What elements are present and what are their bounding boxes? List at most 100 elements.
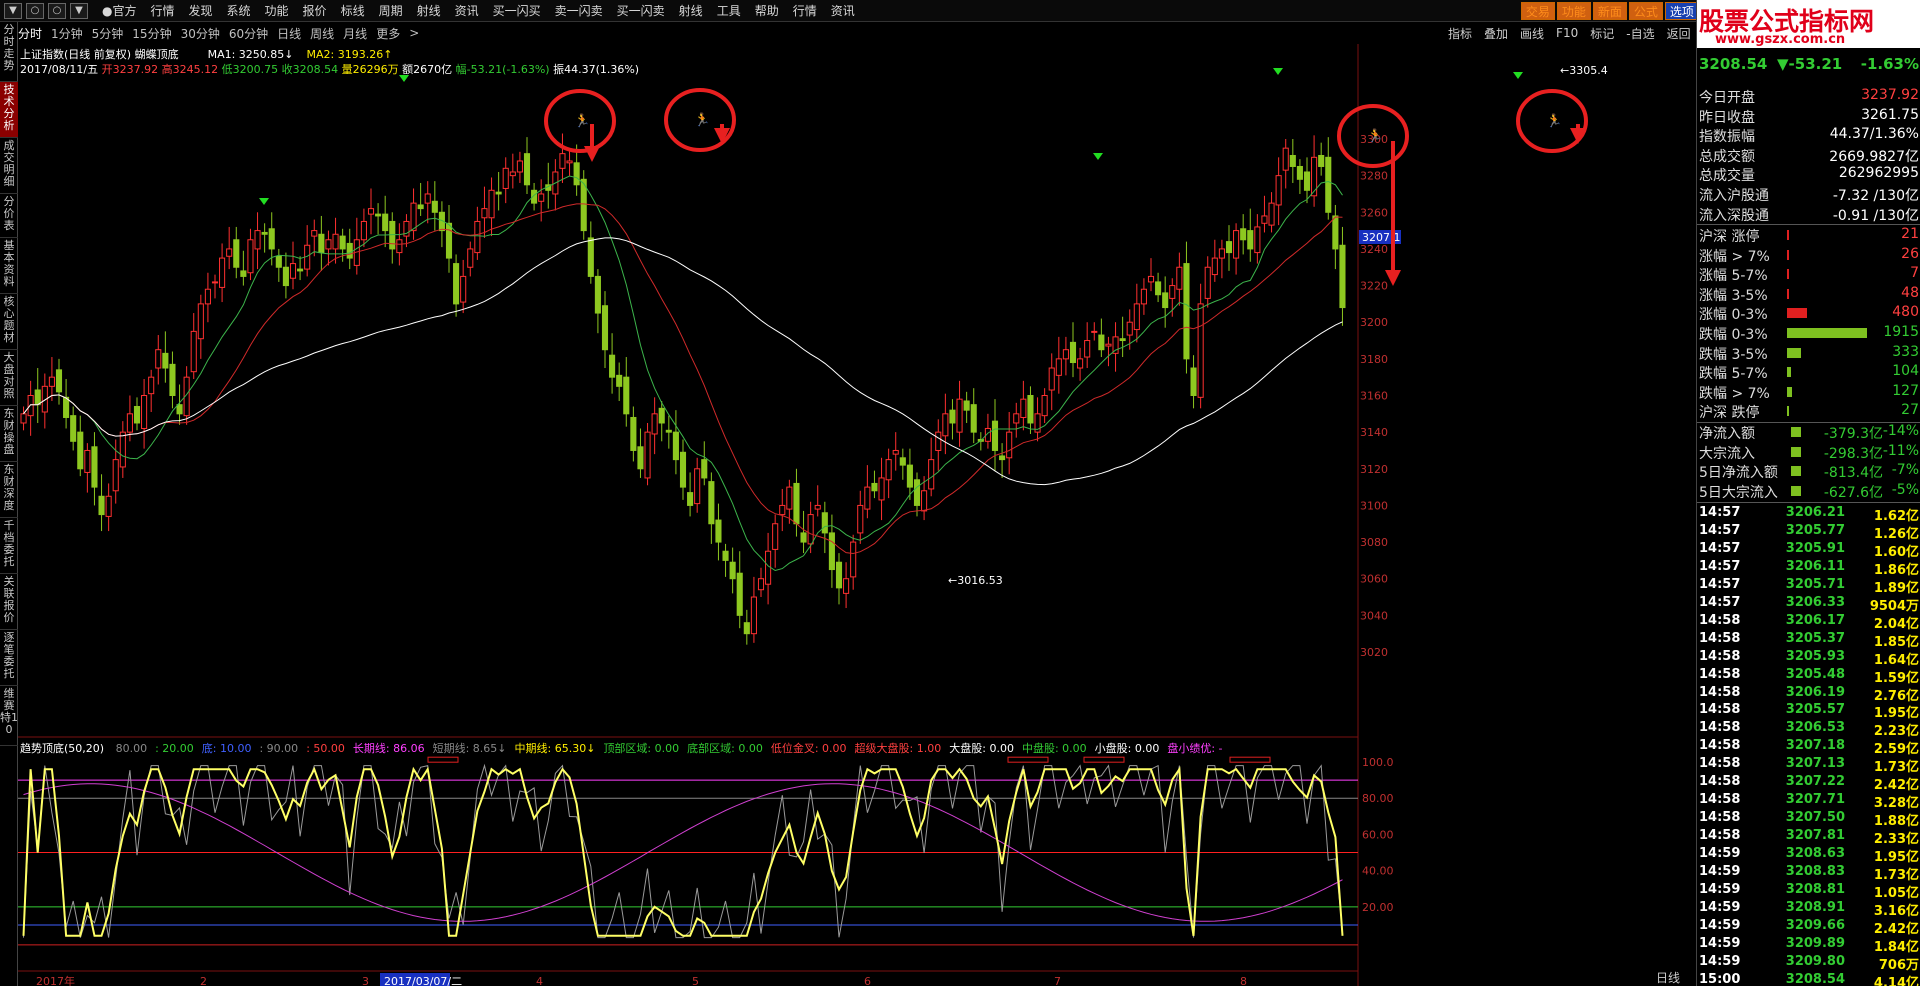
kline-chart[interactable]: 3300328032603240322032003180316031403120… — [18, 44, 1696, 986]
chart-tool-4[interactable]: 标记 — [1590, 25, 1614, 42]
sys-button-2[interactable]: ○ — [48, 2, 66, 19]
left-tab-10[interactable]: 关联报价 — [0, 574, 18, 630]
tick-price: 3205.93 — [1785, 648, 1845, 664]
quote-panel: 股票公式指标网 www.gszx.com.cn 3208.54 ▼-53.21 … — [1696, 0, 1920, 986]
chart-tool-3[interactable]: F10 — [1556, 26, 1578, 40]
toolbar-button-3[interactable]: 公式 — [1628, 2, 1663, 20]
menu-item-6[interactable]: 标线 — [341, 2, 365, 19]
left-tab-3[interactable]: 分价表 — [0, 194, 18, 238]
runner-icon: 🏃 — [1546, 113, 1562, 129]
candle-body — [566, 160, 573, 164]
period-6[interactable]: 日线 — [277, 25, 301, 42]
top-zone-marker — [1229, 756, 1271, 763]
left-tab-4[interactable]: 基本资料 — [0, 238, 18, 294]
left-tab-2[interactable]: 成交明细 — [0, 138, 18, 194]
flow-bar — [1791, 466, 1801, 477]
menu-item-1[interactable]: 行情 — [150, 2, 174, 19]
candle-body — [694, 468, 701, 505]
menu-item-10[interactable]: 买一闪买 — [493, 2, 541, 19]
menu-item-11[interactable]: 卖一闪卖 — [555, 2, 603, 19]
candle-body — [538, 193, 545, 202]
y-tick-label: 3060 — [1360, 573, 1388, 586]
left-tab-7[interactable]: 东财操盘 — [0, 406, 18, 462]
left-tab-6[interactable]: 大盘对照 — [0, 350, 18, 406]
menu-item-0[interactable]: ●官方 — [102, 2, 136, 19]
menu-item-17[interactable]: 资讯 — [831, 2, 855, 19]
period-9[interactable]: 更多 — [376, 25, 400, 42]
period-10[interactable]: > — [409, 26, 419, 40]
chart-tool-6[interactable]: 返回 — [1667, 25, 1691, 42]
candle-body — [871, 482, 878, 492]
candle-body — [963, 400, 970, 411]
period-4[interactable]: 30分钟 — [181, 25, 220, 42]
chart-tool-0[interactable]: 指标 — [1448, 25, 1472, 42]
stat-value: 3237.92 — [1861, 87, 1919, 103]
sys-button-1[interactable]: ○ — [26, 2, 44, 19]
tick-price: 3208.83 — [1785, 864, 1845, 879]
menu-item-13[interactable]: 射线 — [679, 2, 703, 19]
toolbar-button-1[interactable]: 功能 — [1556, 2, 1591, 20]
tick-amount: 1.95亿 — [1873, 706, 1919, 722]
candle-body — [169, 363, 176, 397]
left-tab-8[interactable]: 东财深度 — [0, 462, 18, 518]
toolbar-button-2[interactable]: 新面 — [1592, 2, 1627, 20]
candle-body — [254, 230, 261, 250]
period-day-label[interactable]: 日线 — [1656, 969, 1680, 986]
period-0[interactable]: 分时 — [18, 25, 42, 42]
chart-tool-1[interactable]: 叠加 — [1484, 25, 1508, 42]
toolbar-button-0[interactable]: 交易 — [1520, 2, 1555, 20]
menu-item-2[interactable]: 发现 — [189, 2, 213, 19]
flow-pct: -7% — [1891, 462, 1919, 479]
period-2[interactable]: 5分钟 — [92, 25, 124, 42]
menu-item-12[interactable]: 买一闪卖 — [617, 2, 665, 19]
menu-item-14[interactable]: 工具 — [717, 2, 741, 19]
menu-item-9[interactable]: 资讯 — [455, 2, 479, 19]
indicator-name[interactable]: 趋势顶底(50,20) — [20, 742, 104, 755]
candle-body — [1183, 263, 1190, 360]
left-tab-9[interactable]: 千档委托 — [0, 518, 18, 574]
tick-time: 14:59 — [1699, 864, 1741, 879]
left-tab-11[interactable]: 逐笔委托 — [0, 630, 18, 686]
candle-body — [1197, 303, 1204, 398]
y-tick-label: 3260 — [1360, 206, 1388, 219]
tick-amount: 1.89亿 — [1873, 580, 1919, 596]
breadth-label: 跌幅 5-7% — [1699, 366, 1768, 383]
menu-item-4[interactable]: 功能 — [265, 2, 289, 19]
period-8[interactable]: 月线 — [343, 25, 367, 42]
candle-body — [226, 248, 233, 257]
x-axis-label: 2017年 — [36, 974, 75, 986]
y-tick-label: 3020 — [1360, 646, 1388, 659]
left-tab-1[interactable]: 技术分析 — [0, 82, 18, 138]
candle-body — [786, 486, 793, 510]
sys-button-0[interactable]: ▼ — [4, 2, 22, 19]
stock-terminal-window: { "menubar": { "sys_buttons": ["▼", "○",… — [0, 0, 1920, 986]
candle-body — [857, 504, 864, 534]
candle-body — [750, 596, 757, 635]
period-1[interactable]: 1分钟 — [51, 25, 83, 42]
tick-price: 3206.11 — [1785, 558, 1845, 574]
candle-body — [119, 431, 126, 468]
menu-item-16[interactable]: 行情 — [793, 2, 817, 19]
y-tick-label: 3140 — [1360, 426, 1388, 439]
period-7[interactable]: 周线 — [310, 25, 334, 42]
tick-time: 14:59 — [1699, 881, 1741, 897]
candle-body — [687, 492, 694, 506]
left-tab-0[interactable]: 分时走势 — [0, 22, 18, 82]
candle-body — [743, 622, 750, 635]
left-tab-12[interactable]: 维赛特10 — [0, 686, 18, 746]
menu-item-3[interactable]: 系统 — [227, 2, 251, 19]
chart-tool-2[interactable]: 画线 — [1520, 25, 1544, 42]
candle-body — [672, 431, 679, 461]
chart-tool-5[interactable]: -自选 — [1626, 25, 1654, 42]
left-tab-5[interactable]: 核心题材 — [0, 294, 18, 350]
period-5[interactable]: 60分钟 — [229, 25, 268, 42]
menu-item-8[interactable]: 射线 — [417, 2, 441, 19]
candle-body — [850, 541, 857, 578]
menu-item-15[interactable]: 帮助 — [755, 2, 779, 19]
toolbar-button-4[interactable]: 选项 — [1664, 2, 1699, 20]
y-tick-label: 3160 — [1360, 390, 1388, 403]
menu-item-5[interactable]: 报价 — [303, 2, 327, 19]
period-3[interactable]: 15分钟 — [132, 25, 171, 42]
sys-button-3[interactable]: ▼ — [70, 2, 88, 19]
menu-item-7[interactable]: 周期 — [379, 2, 403, 19]
